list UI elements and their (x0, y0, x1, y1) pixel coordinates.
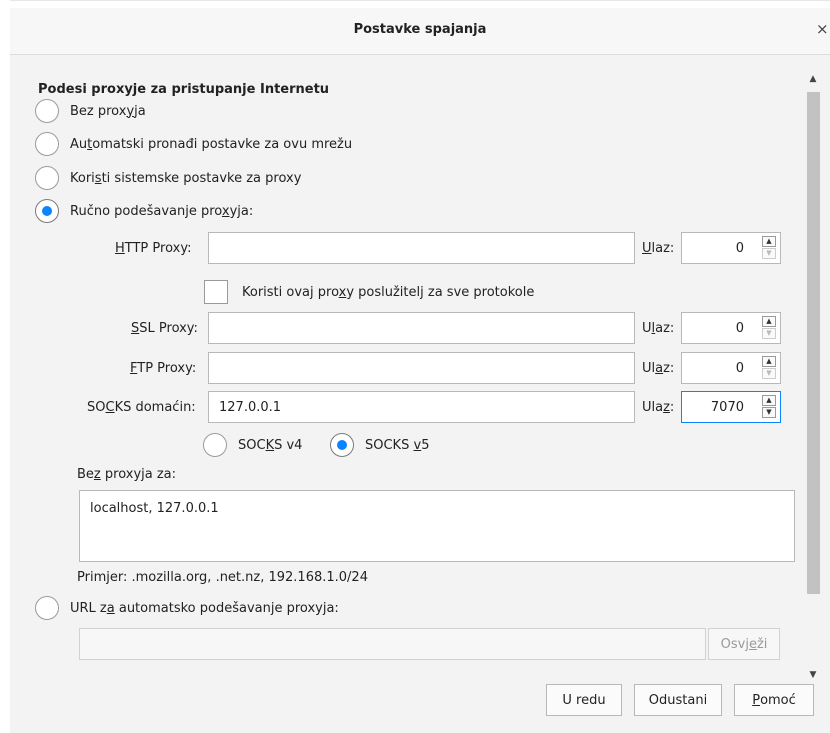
scroll-down-icon[interactable]: ▼ (806, 670, 820, 684)
http-port-label: Ulaz: (642, 241, 675, 256)
spin-down-icon[interactable]: ▼ (762, 328, 776, 339)
radio-manual[interactable]: Ručno podešavanje proxyja: (35, 197, 253, 225)
ftp-port-input[interactable]: 0 ▲ ▼ (681, 352, 781, 384)
ssl-port-label: Ulaz: (642, 321, 675, 336)
http-port-input[interactable]: 0 ▲ ▼ (681, 232, 781, 264)
radio-label-system: Koristi sistemske postavke za proxy (70, 170, 302, 186)
no-proxy-label: Bez proxyja za: (77, 467, 177, 482)
ssl-port-value: 0 (735, 321, 744, 336)
ssl-proxy-input[interactable] (208, 312, 635, 344)
help-button[interactable]: Pomoć (734, 684, 814, 716)
dialog-content: Podesi proxyje za pristupanje Internetu … (10, 54, 830, 733)
radio-label-socks-v4: SOCKS v4 (238, 437, 303, 453)
socks-port-stepper[interactable]: ▲ ▼ (762, 395, 776, 419)
radio-auto-detect[interactable]: Automatski pronađi postavke za ovu mrežu (35, 130, 352, 158)
use-for-all-checkbox[interactable] (204, 280, 228, 304)
radio-button[interactable] (35, 596, 59, 620)
spin-down-icon[interactable]: ▼ (762, 368, 776, 379)
use-for-all-label: Koristi ovaj proxy poslužitelj za sve pr… (242, 285, 535, 300)
cancel-button[interactable]: Odustani (634, 684, 722, 716)
radio-label-socks-v5: SOCKS v5 (365, 437, 430, 453)
http-proxy-input[interactable] (208, 232, 635, 264)
radio-label-auto-detect: Automatski pronađi postavke za ovu mrežu (70, 136, 353, 152)
spin-up-icon[interactable]: ▲ (762, 395, 776, 406)
radio-button[interactable] (35, 132, 59, 156)
title-bar: Postavke spajanja × (10, 8, 830, 55)
radio-button-selected[interactable] (35, 199, 59, 223)
spin-up-icon[interactable]: ▲ (762, 316, 776, 327)
ssl-port-input[interactable]: 0 ▲ ▼ (681, 312, 781, 344)
radio-button[interactable] (35, 99, 59, 123)
spin-down-icon[interactable]: ▼ (762, 407, 776, 418)
scrollbar-thumb[interactable] (807, 92, 820, 594)
ftp-port-value: 0 (735, 361, 744, 376)
ssl-port-stepper[interactable]: ▲ ▼ (762, 316, 776, 340)
radio-system-settings[interactable]: Koristi sistemske postavke za proxy (35, 164, 301, 192)
radio-auto-config-url[interactable]: URL za automatsko podešavanje proxyja: (35, 594, 339, 622)
socks-port-label: Ulaz: (642, 400, 675, 415)
no-proxy-textarea[interactable]: localhost, 127.0.0.1 (79, 490, 795, 562)
http-port-value: 0 (735, 241, 744, 256)
http-port-stepper[interactable]: ▲ ▼ (762, 236, 776, 260)
auto-config-url-input[interactable] (79, 628, 706, 660)
ftp-port-label: Ulaz: (642, 361, 675, 376)
radio-button[interactable] (203, 433, 227, 457)
radio-socks-v5[interactable]: SOCKS v5 (330, 431, 429, 459)
connection-settings-dialog: Postavke spajanja × Podesi proxyje za pr… (10, 8, 830, 733)
socks-host-input[interactable]: 127.0.0.1 (208, 391, 635, 423)
vertical-scrollbar[interactable]: ▲ ▼ (806, 74, 820, 684)
dialog-title: Postavke spajanja (353, 22, 487, 37)
socks-port-value: 7070 (710, 400, 744, 415)
scroll-up-icon[interactable]: ▲ (806, 74, 820, 88)
radio-button[interactable] (35, 166, 59, 190)
no-proxy-example: Primjer: .mozilla.org, .net.nz, 192.168.… (77, 570, 368, 585)
proxy-heading: Podesi proxyje za pristupanje Internetu (38, 82, 330, 97)
radio-no-proxy[interactable]: Bez proxyja (35, 97, 146, 125)
radio-label-manual: Ručno podešavanje proxyja: (70, 203, 254, 219)
spin-up-icon[interactable]: ▲ (762, 356, 776, 367)
ssl-proxy-label: SSL Proxy: (131, 321, 198, 336)
ftp-port-stepper[interactable]: ▲ ▼ (762, 356, 776, 380)
close-icon[interactable]: × (816, 20, 830, 38)
radio-label-no-proxy: Bez proxyja (70, 103, 146, 119)
radio-label-auto-url: URL za automatsko podešavanje proxyja: (70, 600, 339, 616)
spin-down-icon[interactable]: ▼ (762, 248, 776, 259)
http-proxy-label: HTTP Proxy: (115, 241, 192, 256)
radio-socks-v4[interactable]: SOCKS v4 (203, 431, 302, 459)
ok-button[interactable]: U redu (546, 684, 622, 716)
ftp-proxy-label: FTP Proxy: (130, 361, 197, 376)
reload-button[interactable]: Osvj e ži (708, 628, 780, 660)
socks-host-label: SOCKS domaćin: (87, 400, 196, 415)
socks-port-input[interactable]: 7070 ▲ ▼ (681, 391, 781, 423)
radio-button-selected[interactable] (330, 433, 354, 457)
spin-up-icon[interactable]: ▲ (762, 236, 776, 247)
ftp-proxy-input[interactable] (208, 352, 635, 384)
